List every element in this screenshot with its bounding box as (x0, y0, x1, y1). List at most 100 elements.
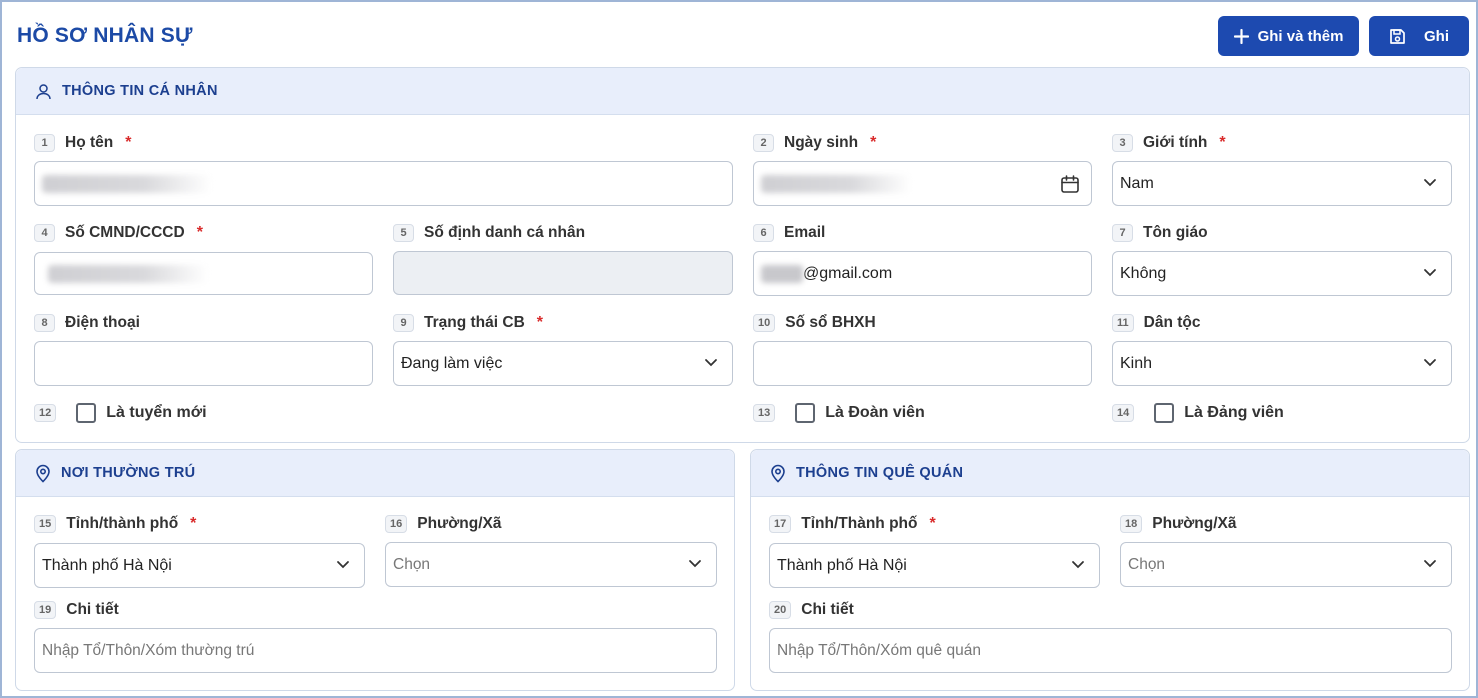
dan-toc-select[interactable]: Kinh (1112, 341, 1452, 386)
map-pin-icon (771, 464, 785, 483)
hometown-title: THÔNG TIN QUÊ QUÁN (796, 465, 964, 481)
email-input[interactable]: @gmail.com (753, 251, 1092, 296)
redacted-value (761, 264, 803, 283)
map-pin-icon (36, 464, 50, 483)
field-residence-phuong: 16 Phường/Xã Chọn (385, 513, 717, 587)
select-value: Thành phố Hà Nội (42, 556, 172, 574)
field-number: 6 (753, 224, 774, 242)
field-label: Số sổ BHXH (785, 314, 876, 331)
save-and-add-button[interactable]: Ghi và thêm (1218, 16, 1359, 56)
required-mark: * (536, 314, 543, 331)
residence-tinh-select[interactable]: Thành phố Hà Nội (34, 543, 365, 588)
field-number: 10 (753, 314, 776, 332)
field-label: Ngày sinh (784, 134, 859, 151)
field-number: 11 (1112, 314, 1134, 332)
select-value: Thành phố Hà Nội (777, 556, 907, 574)
field-residence-chi-tiet: 19 Chi tiết Nhập Tổ/Thôn/Xóm thường trú (34, 599, 718, 673)
checkbox[interactable] (1154, 403, 1175, 423)
field-label: Giới tính (1143, 134, 1208, 151)
chevron-down-icon (337, 561, 349, 569)
trang-thai-select[interactable]: Đang làm việc (393, 341, 733, 386)
required-mark: * (190, 515, 197, 532)
personal-info-header: THÔNG TIN CÁ NHÂN (16, 68, 1469, 115)
floppy-disk-icon (1390, 28, 1405, 44)
field-ngay-sinh: 2 Ngày sinh * (753, 132, 1093, 206)
page-title: HỒ SƠ NHÂN SỰ (17, 24, 193, 47)
field-label: Chi tiết (801, 601, 854, 618)
gioi-tinh-select[interactable]: Nam (1112, 161, 1452, 206)
hometown-header: THÔNG TIN QUÊ QUÁN (751, 450, 1469, 497)
field-gioi-tinh: 3 Giới tính * Nam (1112, 132, 1452, 206)
field-number: 17 (769, 515, 792, 533)
field-trang-thai: 9 Trạng thái CB * Đang làm việc (393, 312, 733, 386)
field-number: 20 (769, 601, 792, 619)
chevron-down-icon (705, 359, 717, 367)
calendar-icon[interactable] (1060, 174, 1080, 194)
select-placeholder: Chọn (1128, 555, 1166, 573)
field-label: Số CMND/CCCD (65, 224, 185, 241)
select-value: Không (1120, 264, 1167, 282)
residence-header: NƠI THƯỜNG TRÚ (16, 450, 734, 497)
so-bhxh-input[interactable] (753, 341, 1092, 386)
field-number: 2 (753, 134, 774, 152)
field-number: 13 (753, 404, 776, 422)
field-hometown-tinh: 17 Tỉnh/Thành phố * Thành phố Hà Nội (769, 513, 1101, 588)
field-label: Phường/Xã (417, 515, 502, 532)
checkbox-dang-vien[interactable]: 14 Là Đảng viên (1112, 403, 1284, 423)
checkbox-label: Là Đoàn viên (825, 404, 925, 421)
so-dinh-danh-input (393, 251, 733, 295)
ho-ten-input[interactable] (34, 161, 733, 206)
chevron-down-icon (1424, 179, 1436, 187)
checkbox[interactable] (76, 403, 97, 423)
field-number: 14 (1112, 404, 1135, 422)
field-number: 9 (393, 314, 414, 332)
field-number: 7 (1112, 224, 1133, 242)
field-number: 15 (34, 515, 57, 533)
field-number: 19 (34, 601, 57, 619)
dien-thoai-input[interactable] (34, 341, 373, 386)
select-placeholder: Chọn (393, 555, 431, 573)
field-label: Tôn giáo (1143, 224, 1208, 241)
field-residence-tinh: 15 Tỉnh/thành phố * Thành phố Hà Nội (34, 513, 366, 588)
field-hometown-phuong: 18 Phường/Xã Chọn (1120, 513, 1452, 587)
field-dien-thoai: 8 Điện thoại (34, 312, 374, 386)
field-number: 4 (34, 224, 55, 242)
field-number: 1 (34, 134, 55, 152)
field-number: 8 (34, 314, 55, 332)
chevron-down-icon (1424, 359, 1436, 367)
checkbox-tuyen-moi[interactable]: 12 Là tuyển mới (34, 403, 207, 423)
field-label: Điện thoại (65, 314, 140, 331)
user-icon (36, 83, 51, 99)
checkbox-label: Là tuyển mới (106, 404, 207, 421)
chevron-down-icon (1072, 561, 1084, 569)
field-so-dinh-danh: 5 Số định danh cá nhân (393, 222, 733, 295)
ton-giao-select[interactable]: Không (1112, 251, 1452, 296)
checkbox[interactable] (795, 403, 816, 423)
save-button[interactable]: Ghi (1369, 16, 1469, 56)
hometown-phuong-select[interactable]: Chọn (1120, 542, 1452, 587)
required-mark: * (196, 224, 203, 241)
chevron-down-icon (1424, 269, 1436, 277)
chevron-down-icon (1424, 560, 1436, 568)
field-label: Chi tiết (66, 601, 119, 618)
required-mark: * (870, 134, 877, 151)
residence-phuong-select[interactable]: Chọn (385, 542, 717, 587)
field-so-bhxh: 10 Số sổ BHXH (753, 312, 1093, 386)
residence-chi-tiet-input[interactable]: Nhập Tổ/Thôn/Xóm thường trú (34, 628, 717, 673)
redacted-value (48, 264, 208, 283)
hometown-tinh-select[interactable]: Thành phố Hà Nội (769, 543, 1100, 588)
input-placeholder: Nhập Tổ/Thôn/Xóm quê quán (777, 641, 981, 659)
personal-info-title: THÔNG TIN CÁ NHÂN (62, 83, 218, 99)
ngay-sinh-input[interactable] (753, 161, 1092, 206)
checkbox-label: Là Đảng viên (1184, 404, 1284, 421)
cmnd-input[interactable] (34, 252, 373, 295)
hometown-chi-tiet-input[interactable]: Nhập Tổ/Thôn/Xóm quê quán (769, 628, 1452, 673)
required-mark: * (929, 515, 936, 532)
checkbox-doan-vien[interactable]: 13 Là Đoàn viên (753, 403, 925, 423)
field-ho-ten: 1 Họ tên * (34, 132, 734, 206)
field-hometown-chi-tiet: 20 Chi tiết Nhập Tổ/Thôn/Xóm quê quán (769, 599, 1453, 673)
select-value: Nam (1120, 174, 1154, 192)
field-number: 3 (1112, 134, 1133, 152)
field-number: 12 (34, 404, 57, 422)
required-mark: * (125, 134, 132, 151)
